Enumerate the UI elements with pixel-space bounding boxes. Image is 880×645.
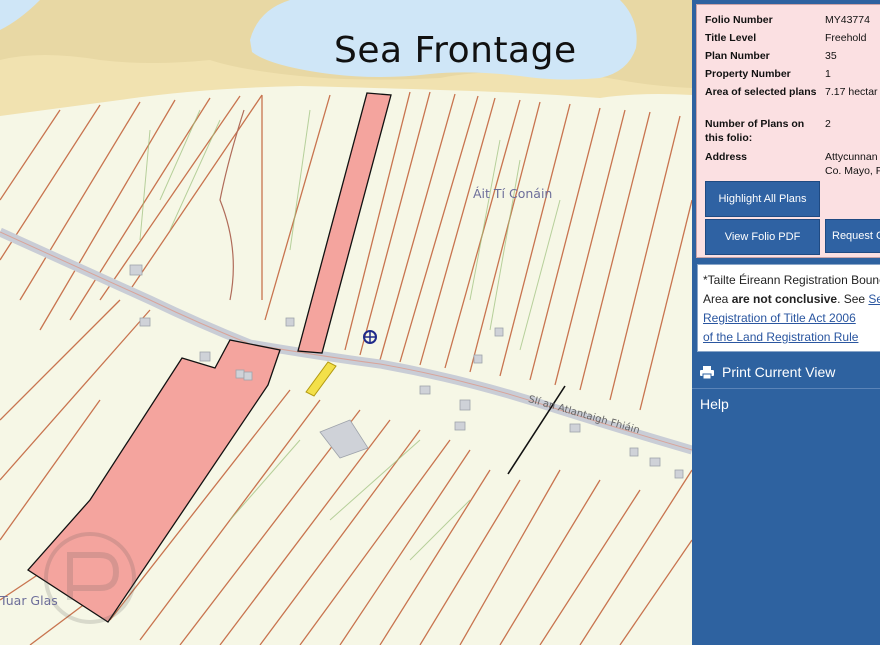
notice-line-2: Area are not conclusive. See Sec	[703, 290, 880, 309]
area-value: 7.17 hectar	[825, 86, 878, 98]
plans-count-key: Number of Plans on this folio:	[705, 118, 805, 144]
address-key: Address	[705, 151, 748, 163]
folio-number-value: MY43774	[825, 14, 870, 26]
notice-line-4: of the Land Registration Rule	[703, 328, 880, 347]
place-label-tuar-glas: Tuar Glas	[0, 593, 58, 608]
plans-count-value: 2	[825, 118, 831, 130]
location-marker-icon[interactable]	[363, 330, 377, 344]
highlight-all-plans-button[interactable]: Highlight All Plans	[705, 181, 820, 217]
notice-text: Area	[703, 292, 732, 306]
notice-bold: are not conclusive	[731, 292, 838, 306]
request-button[interactable]: Request C	[825, 219, 880, 253]
property-number-key: Property Number	[705, 68, 791, 80]
title-level-value: Freehold	[825, 32, 867, 44]
view-folio-pdf-button[interactable]: View Folio PDF	[705, 219, 820, 255]
help-link[interactable]: Help	[700, 396, 729, 412]
registration-act-link[interactable]: Registration of Title Act 2006	[703, 311, 856, 325]
notice-text-2: . See	[837, 292, 869, 306]
registration-notice: *Tailte Éireann Registration Bounc Area …	[697, 264, 880, 352]
plan-number-value: 35	[825, 50, 837, 62]
land-registration-rules-link[interactable]: of the Land Registration Rule	[703, 330, 858, 344]
property-number-value: 1	[825, 68, 831, 80]
print-label: Print Current View	[722, 364, 836, 380]
folio-number-key: Folio Number	[705, 14, 773, 26]
notice-line-1: *Tailte Éireann Registration Bounc	[703, 273, 880, 287]
plan-number-key: Plan Number	[705, 50, 770, 62]
address-value-line1: Attycunnan	[825, 151, 878, 163]
notice-line-3: Registration of Title Act 2006	[703, 309, 880, 328]
title-level-key: Title Level	[705, 32, 757, 44]
sidebar-divider	[692, 388, 880, 389]
address-value-line2: Co. Mayo, F	[825, 165, 880, 177]
info-panel: Folio Number MY43774 Title Level Freehol…	[692, 0, 880, 645]
print-current-view-link[interactable]: Print Current View	[700, 364, 835, 380]
map-view[interactable]: Sea Frontage Áit Tí Conáin Tuar Glas Slí…	[0, 0, 692, 645]
help-label: Help	[700, 396, 729, 412]
printer-icon	[700, 365, 714, 379]
area-key: Area of selected plans	[705, 86, 817, 98]
sea-frontage-label: Sea Frontage	[334, 30, 577, 71]
place-label-ait-ti-conain: Áit Tí Conáin	[473, 186, 553, 201]
map-canvas[interactable]	[0, 0, 692, 645]
section-link[interactable]: Sec	[868, 292, 880, 306]
folio-details: Folio Number MY43774 Title Level Freehol…	[696, 4, 880, 258]
